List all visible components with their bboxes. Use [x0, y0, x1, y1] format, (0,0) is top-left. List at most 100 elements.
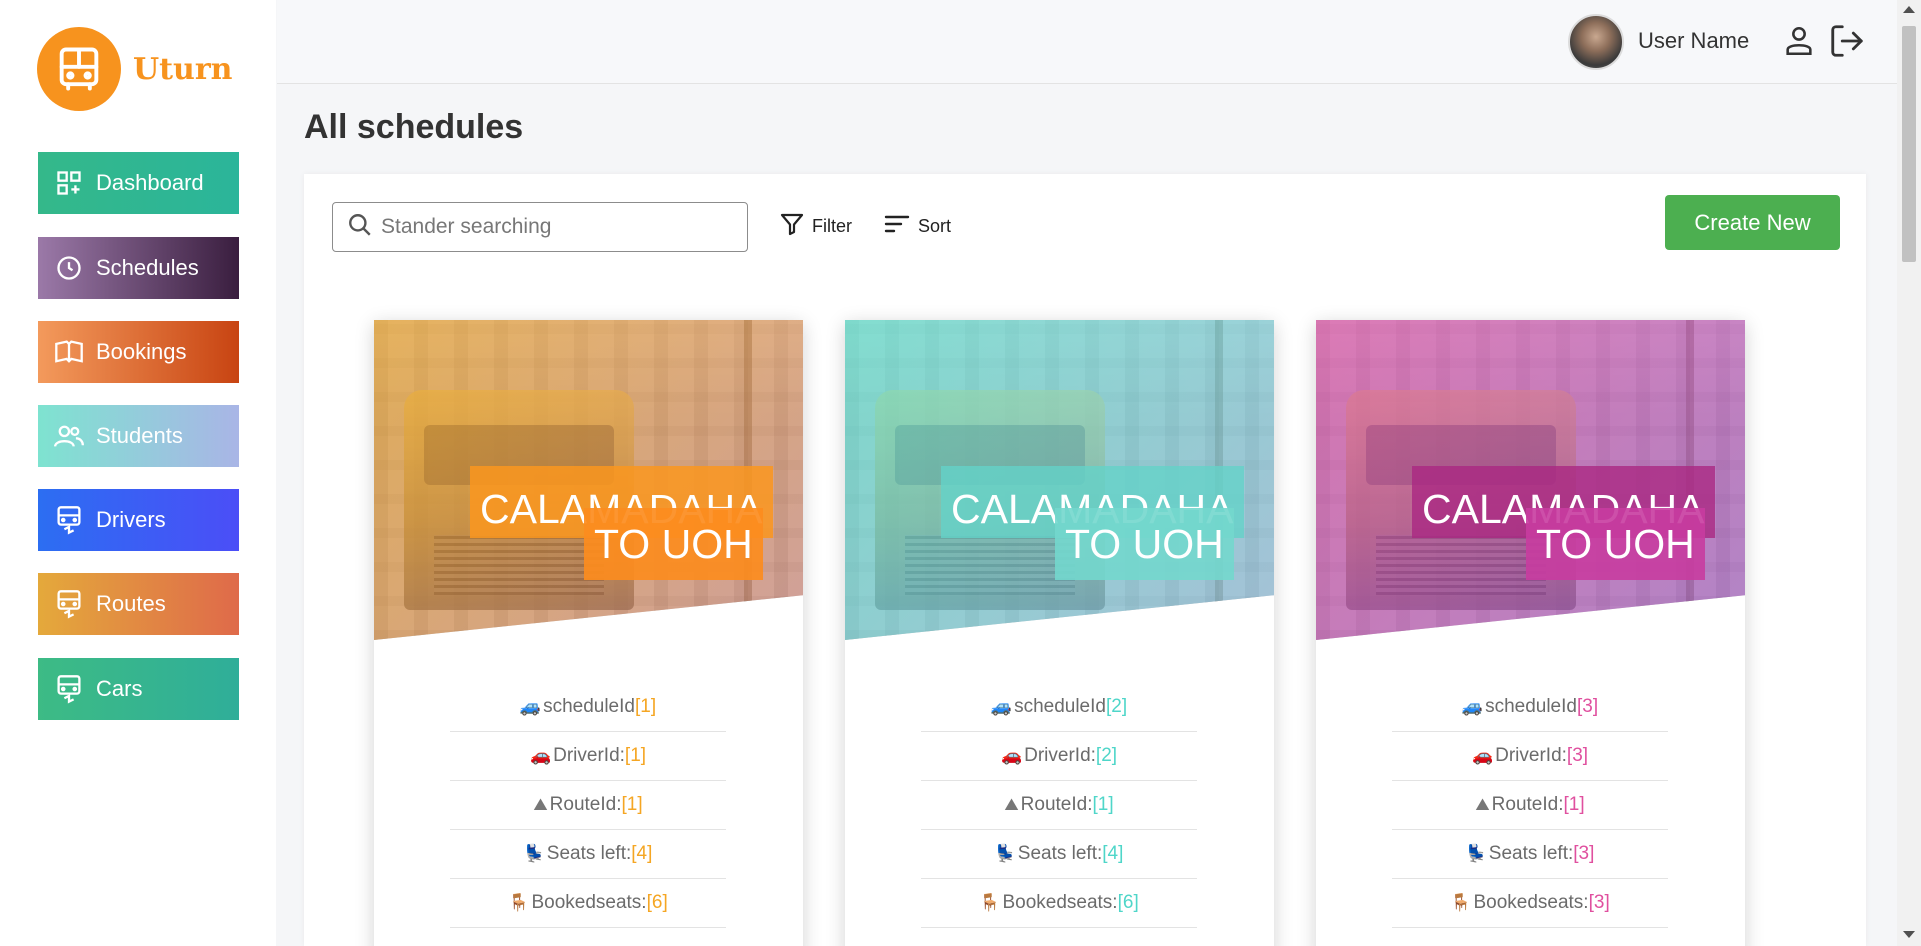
bus-logo-icon: [37, 27, 121, 111]
sidebar-item-label: Drivers: [96, 507, 166, 532]
row-label: Seats left:: [1488, 843, 1574, 864]
sidebar: Uturn Dashboard Schedules Bookings Stude…: [0, 0, 276, 946]
row-value: [3]: [1588, 892, 1610, 913]
row-value: [1]: [634, 696, 657, 717]
schedule-id-row: 🚙 scheduleId [2]: [921, 683, 1197, 732]
row-label: Seats left:: [1017, 843, 1103, 864]
schedule-info-list: 🚙 scheduleId [1] 🚗 DriverId: [1] ⛰ Route…: [450, 683, 726, 928]
row-value: [1]: [624, 745, 647, 766]
create-new-button[interactable]: Create New: [1665, 195, 1840, 250]
row-value: [1]: [1563, 794, 1585, 815]
app-name: Uturn: [133, 51, 233, 87]
scroll-up-arrow-icon[interactable]: [1903, 6, 1915, 13]
search-box[interactable]: [332, 202, 748, 252]
row-label: scheduleId: [1485, 696, 1577, 717]
logout-icon[interactable]: [1828, 22, 1866, 60]
card-title-line2: TO UOH: [1526, 508, 1705, 580]
sort-label: Sort: [918, 216, 952, 236]
schedule-info-list: 🚙 scheduleId [3] 🚗 DriverId: [3] ⛰ Route…: [1392, 683, 1668, 928]
sidebar-item-students[interactable]: Students: [38, 405, 239, 467]
scroll-down-arrow-icon[interactable]: [1903, 931, 1915, 938]
driver-id-row: 🚗 DriverId: [2]: [921, 732, 1197, 781]
sidebar-item-routes[interactable]: Routes: [38, 573, 239, 635]
row-value: [2]: [1105, 696, 1128, 717]
users-icon: [54, 421, 84, 451]
schedule-card[interactable]: CALAMADAHA TO UOH 🚙 scheduleId [1] 🚗 Dri…: [374, 320, 803, 946]
driver-id-row: 🚗 DriverId: [3]: [1392, 732, 1668, 781]
sort-icon: [884, 212, 918, 241]
scrollbar-thumb[interactable]: [1902, 26, 1916, 262]
sidebar-item-label: Schedules: [96, 255, 199, 280]
row-label: Bookedseats:: [1473, 892, 1589, 913]
driver-id-row: 🚗 DriverId: [1]: [450, 732, 726, 781]
row-value: [1]: [621, 794, 643, 815]
row-value: [3]: [1576, 696, 1599, 717]
row-value: [4]: [1102, 843, 1124, 864]
row-label: RouteId:: [1020, 794, 1093, 815]
route-icon: ⛰: [1475, 795, 1490, 815]
dashboard-icon: [54, 168, 84, 198]
filter-button[interactable]: Filter: [780, 212, 852, 241]
row-value: [3]: [1573, 843, 1595, 864]
row-label: Bookedseats:: [1002, 892, 1118, 913]
row-label: scheduleId: [1014, 696, 1106, 717]
row-value: [1]: [1092, 794, 1114, 815]
bus-icon: [54, 674, 84, 704]
bus-photo: CALAMADAHA TO UOH: [845, 320, 1274, 640]
booked-seats-row: 🪑 Bookedseats: [6]: [921, 879, 1197, 928]
route-icon: ⛰: [533, 795, 548, 815]
row-value: [2]: [1095, 745, 1118, 766]
seats-left-row: 💺 Seats left: [3]: [1392, 830, 1668, 879]
username[interactable]: User Name: [1638, 28, 1749, 54]
seats-left-row: 💺 Seats left: [4]: [450, 830, 726, 879]
schedule-card[interactable]: CALAMADAHA TO UOH 🚙 scheduleId [2] 🚗 Dri…: [845, 320, 1274, 946]
filter-icon: [780, 212, 812, 241]
bus-icon: [54, 505, 84, 535]
avatar[interactable]: [1568, 14, 1624, 70]
schedule-id-row: 🚙 scheduleId [1]: [450, 683, 726, 732]
car-icon: 🚙: [1461, 697, 1484, 717]
row-label: Bookedseats:: [531, 892, 647, 913]
booked-seats-row: 🪑 Bookedseats: [6]: [450, 879, 726, 928]
search-icon: [347, 212, 373, 243]
search-input[interactable]: [381, 215, 651, 239]
schedule-id-row: 🚙 scheduleId [3]: [1392, 683, 1668, 732]
book-icon: [54, 337, 84, 367]
sidebar-item-bookings[interactable]: Bookings: [38, 321, 239, 383]
red-car-icon: 🚗: [1000, 746, 1023, 766]
user-profile-icon[interactable]: [1782, 24, 1816, 58]
chair-icon: 🪑: [979, 893, 1001, 913]
row-value: [6]: [646, 892, 668, 913]
sidebar-item-cars[interactable]: Cars: [38, 658, 239, 720]
vertical-scrollbar[interactable]: [1897, 0, 1921, 946]
row-label: DriverId:: [1024, 745, 1096, 766]
schedule-card[interactable]: CALAMADAHA TO UOH 🚙 scheduleId [3] 🚗 Dri…: [1316, 320, 1745, 946]
sort-button[interactable]: Sort: [884, 212, 951, 241]
bus-icon: [54, 589, 84, 619]
car-icon: 🚙: [990, 697, 1013, 717]
seat-icon: 💺: [994, 844, 1016, 864]
row-value: [4]: [631, 843, 653, 864]
sidebar-item-dashboard[interactable]: Dashboard: [38, 152, 239, 214]
app-logo[interactable]: Uturn: [37, 27, 232, 111]
seat-icon: 💺: [1465, 844, 1487, 864]
schedule-info-list: 🚙 scheduleId [2] 🚗 DriverId: [2] ⛰ Route…: [921, 683, 1197, 928]
card-title-line2: TO UOH: [584, 508, 763, 580]
top-header: User Name: [277, 0, 1897, 84]
page-title: All schedules: [304, 108, 524, 146]
sidebar-item-label: Dashboard: [96, 170, 204, 195]
car-icon: 🚙: [519, 697, 542, 717]
row-value: [3]: [1566, 745, 1589, 766]
bus-photo: CALAMADAHA TO UOH: [1316, 320, 1745, 640]
chair-icon: 🪑: [508, 893, 530, 913]
sidebar-item-label: Students: [96, 423, 183, 448]
sidebar-item-schedules[interactable]: Schedules: [38, 237, 239, 299]
sidebar-item-label: Routes: [96, 591, 166, 616]
sidebar-item-label: Cars: [96, 676, 143, 701]
card-title-line2: TO UOH: [1055, 508, 1234, 580]
chair-icon: 🪑: [1450, 893, 1472, 913]
sidebar-item-drivers[interactable]: Drivers: [38, 489, 239, 551]
route-icon: ⛰: [1004, 795, 1019, 815]
red-car-icon: 🚗: [529, 746, 552, 766]
row-value: [6]: [1117, 892, 1139, 913]
